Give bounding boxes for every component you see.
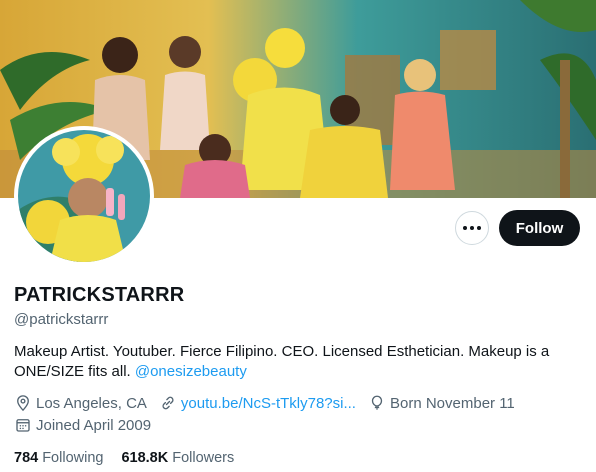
bio-mention-link[interactable]: @onesizebeauty: [135, 363, 247, 380]
following-stat[interactable]: 784 Following: [14, 450, 103, 466]
location-text: Los Angeles, CA: [36, 394, 147, 412]
joined-item: Joined April 2009: [14, 416, 151, 434]
display-name: PATRICKSTARRR: [14, 284, 185, 306]
profile-meta-row: Los Angeles, CA youtu.be/NcS-tTkly78?si.…: [14, 394, 527, 412]
birthday-text: Born November 11: [389, 394, 515, 412]
profile-meta-row-2: Joined April 2009: [14, 416, 163, 434]
joined-text: Joined April 2009: [36, 416, 152, 434]
website-link[interactable]: youtu.be/NcS-tTkly78?si...: [181, 395, 356, 412]
followers-count: 618.8K: [121, 450, 169, 466]
user-handle: @patrickstarrr: [14, 311, 109, 328]
following-label: Following: [42, 450, 104, 466]
bio-text: Makeup Artist. Youtuber. Fierce Filipino…: [14, 343, 550, 380]
location-item: Los Angeles, CA: [14, 394, 147, 412]
follow-button[interactable]: Follow: [499, 210, 580, 246]
profile-bio: Makeup Artist. Youtuber. Fierce Filipino…: [14, 342, 574, 382]
followers-stat[interactable]: 618.8K Followers: [121, 450, 234, 466]
location-pin-icon: [17, 395, 29, 412]
balloon-icon: [371, 395, 383, 410]
website-item[interactable]: youtu.be/NcS-tTkly78?si...: [159, 394, 356, 412]
link-icon: [162, 396, 174, 410]
profile-avatar[interactable]: [14, 126, 154, 266]
birthday-item: Born November 11: [368, 394, 515, 412]
following-count: 784: [14, 450, 39, 466]
more-dots-icon: [463, 226, 481, 230]
profile-stats: 784 Following 618.8K Followers: [14, 450, 252, 466]
avatar-image: [18, 130, 150, 262]
followers-label: Followers: [172, 450, 235, 466]
more-options-button[interactable]: [455, 211, 489, 245]
calendar-icon: [16, 419, 30, 432]
